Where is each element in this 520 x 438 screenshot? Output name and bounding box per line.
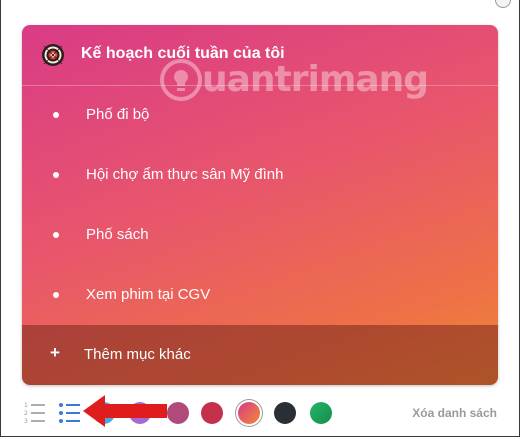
svg-text:3: 3 (24, 418, 28, 424)
clear-list-button[interactable]: Xóa danh sách (412, 406, 497, 420)
list-item-label[interactable]: Phố sách (86, 226, 149, 243)
list-card: Kế hoạch cuối tuần của tôi uantrimang Ph… (22, 25, 498, 385)
red-arrow-annotation (83, 395, 167, 427)
add-item-button[interactable]: + Thêm mục khác (22, 325, 498, 385)
color-swatch-green[interactable] (310, 402, 332, 424)
color-swatch-plum[interactable] (167, 402, 189, 424)
bulleted-list-icon[interactable] (58, 400, 82, 424)
checklist: Phố đi bộ Hội chợ ẩm thực sân Mỹ đình Ph… (22, 86, 498, 326)
bullet-icon (53, 292, 59, 298)
bottom-toolbar: 1 2 3 Xóa danh sách (1, 392, 519, 436)
list-item[interactable]: Phố đi bộ (22, 86, 498, 146)
color-swatch-coral[interactable] (238, 402, 260, 424)
list-item[interactable]: Phố sách (22, 206, 498, 266)
color-swatch-red[interactable] (201, 402, 223, 424)
card-title[interactable]: Kế hoạch cuối tuần của tôi (81, 45, 285, 63)
close-icon[interactable] (495, 0, 511, 8)
list-item[interactable]: Xem phim tại CGV (22, 266, 498, 326)
list-item[interactable]: Hội chợ ẩm thực sân Mỹ đình (22, 146, 498, 206)
color-swatch-dark[interactable] (274, 402, 296, 424)
bullet-icon (53, 172, 59, 178)
svg-text:2: 2 (24, 410, 28, 417)
card-header: Kế hoạch cuối tuần của tôi (22, 25, 498, 86)
bullet-icon (53, 112, 59, 118)
add-item-label: Thêm mục khác (84, 346, 191, 363)
app-window: Kế hoạch cuối tuần của tôi uantrimang Ph… (0, 0, 520, 437)
plus-icon: + (50, 343, 60, 362)
list-item-label[interactable]: Hội chợ ẩm thực sân Mỹ đình (86, 166, 283, 183)
list-item-label[interactable]: Xem phim tại CGV (86, 286, 210, 303)
svg-text:1: 1 (24, 402, 28, 409)
numbered-list-icon[interactable]: 1 2 3 (23, 400, 47, 424)
list-item-label[interactable]: Phố đi bộ (86, 106, 149, 123)
bullet-icon (53, 232, 59, 238)
dartboard-icon (42, 44, 64, 66)
